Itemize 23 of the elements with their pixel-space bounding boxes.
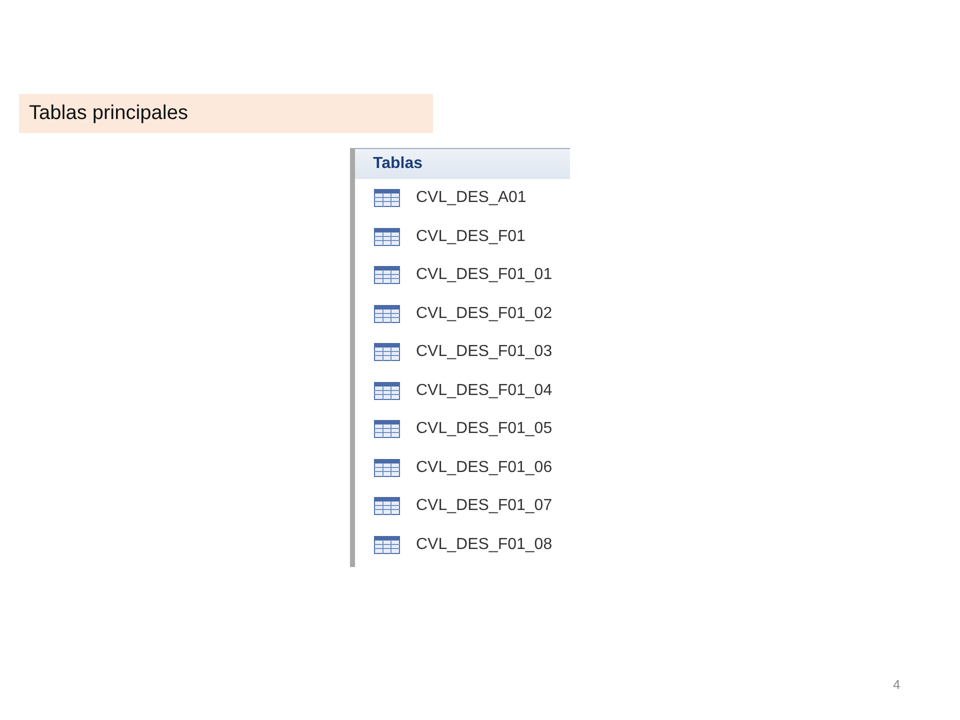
table-icon — [374, 228, 400, 246]
table-icon — [374, 343, 400, 362]
table-name[interactable]: CVL_DES_F01_05 — [416, 420, 552, 438]
table-icon — [374, 497, 400, 516]
table-icon — [374, 189, 400, 208]
table-name[interactable]: CVL_DES_F01_02 — [416, 304, 552, 323]
table-icon — [374, 536, 400, 554]
table-name[interactable]: CVL_DES_F01_03 — [416, 343, 552, 362]
table-name[interactable]: CVL_DES_A01 — [416, 189, 526, 208]
group-header[interactable]: Tablas — [355, 148, 570, 179]
table-icon — [374, 304, 400, 323]
table-icon — [374, 420, 400, 438]
table-name[interactable]: CVL_DES_F01_07 — [416, 497, 552, 516]
table-icon — [374, 382, 400, 400]
slide-title: Tablas principales — [19, 94, 433, 133]
table-name[interactable]: CVL_DES_F01 — [416, 228, 526, 246]
table-name[interactable]: CVL_DES_F01_08 — [416, 536, 552, 554]
page-number: 4 — [893, 677, 900, 692]
table-name[interactable]: CVL_DES_F01_01 — [416, 266, 552, 284]
table-name[interactable]: CVL_DES_F01_04 — [416, 382, 552, 400]
table-icon — [374, 266, 400, 284]
table-icon — [374, 458, 400, 477]
table-name[interactable]: CVL_DES_F01_06 — [416, 458, 552, 477]
